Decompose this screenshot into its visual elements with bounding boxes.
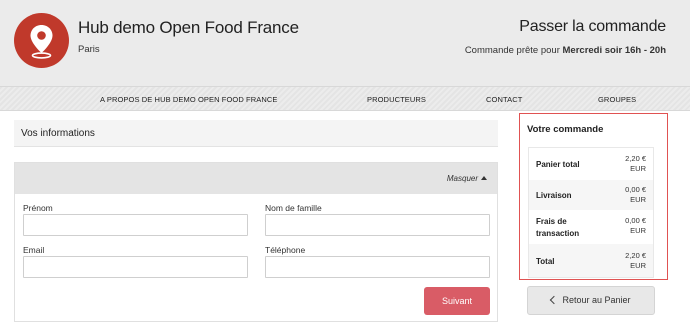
order-row-currency: EUR (630, 226, 646, 235)
order-row-label: Panier total (536, 160, 580, 169)
nav-item-about[interactable]: A PROPOS DE HUB DEMO OPEN FOOD FRANCE (100, 95, 277, 104)
order-row-fees: Frais de transaction 0,00 € EUR (529, 210, 653, 244)
order-row-value: 0,00 € (625, 185, 646, 194)
your-info-header: Vos informations (14, 120, 498, 147)
nav-item-contact[interactable]: CONTACT (486, 95, 522, 104)
order-row-value: 2,20 € (625, 154, 646, 163)
order-summary-table: Panier total 2,20 € EUR Livraison 0,00 €… (528, 147, 654, 278)
hide-label: Masquer (446, 174, 478, 183)
email-label: Email (23, 245, 45, 255)
order-row-value: 2,20 € (625, 251, 646, 260)
order-ready-time: Commande prête pour Mercredi soir 16h - … (465, 45, 666, 56)
order-row-label-line1: Frais de (536, 217, 567, 226)
order-row-subtotal: Panier total 2,20 € EUR (529, 148, 653, 180)
form-panel-header: Masquer (15, 163, 497, 194)
phone-label: Téléphone (265, 245, 306, 255)
nav-item-groups[interactable]: GROUPES (598, 95, 636, 104)
order-summary-title: Votre commande (527, 124, 604, 135)
order-row-label: Total (536, 257, 555, 266)
site-header: Hub demo Open Food France Paris Passer l… (0, 0, 690, 86)
hub-name: Hub demo Open Food France (78, 18, 299, 37)
hub-city: Paris (78, 44, 100, 55)
main-nav: A PROPOS DE HUB DEMO OPEN FOOD FRANCE PR… (0, 86, 690, 111)
first-name-label: Prénom (23, 203, 53, 213)
order-row-shipping: Livraison 0,00 € EUR (529, 180, 653, 210)
order-summary-panel: Votre commande Panier total 2,20 € EUR L… (519, 113, 668, 280)
order-row-currency: EUR (630, 195, 646, 204)
chevron-left-icon (550, 295, 559, 305)
next-button[interactable]: Suivant (424, 287, 490, 315)
your-info-title: Vos informations (21, 128, 95, 139)
back-to-cart-label: Retour au Panier (562, 295, 631, 305)
email-input[interactable] (23, 256, 248, 278)
order-row-total: Total 2,20 € EUR (529, 244, 653, 277)
phone-input[interactable] (265, 256, 490, 278)
hide-toggle[interactable]: Masquer (447, 174, 487, 183)
page-title: Passer la commande (519, 18, 666, 35)
last-name-label: Nom de famille (265, 203, 322, 213)
order-row-currency: EUR (630, 164, 646, 173)
order-row-label-line2: transaction (536, 229, 580, 238)
caret-up-icon (481, 176, 487, 180)
order-row-value: 0,00 € (625, 216, 646, 225)
map-pin-icon (30, 25, 53, 59)
order-row-label: Livraison (536, 191, 572, 200)
last-name-input[interactable] (265, 214, 490, 236)
ready-prefix: Commande prête pour (464, 45, 560, 56)
order-row-currency: EUR (630, 261, 646, 270)
back-to-cart-button[interactable]: Retour au Panier (527, 286, 655, 315)
ready-time: Mercredi soir 16h - 20h (562, 45, 666, 56)
first-name-input[interactable] (23, 214, 248, 236)
nav-item-producers[interactable]: PRODUCTEURS (367, 95, 426, 104)
hub-logo[interactable] (14, 13, 69, 68)
